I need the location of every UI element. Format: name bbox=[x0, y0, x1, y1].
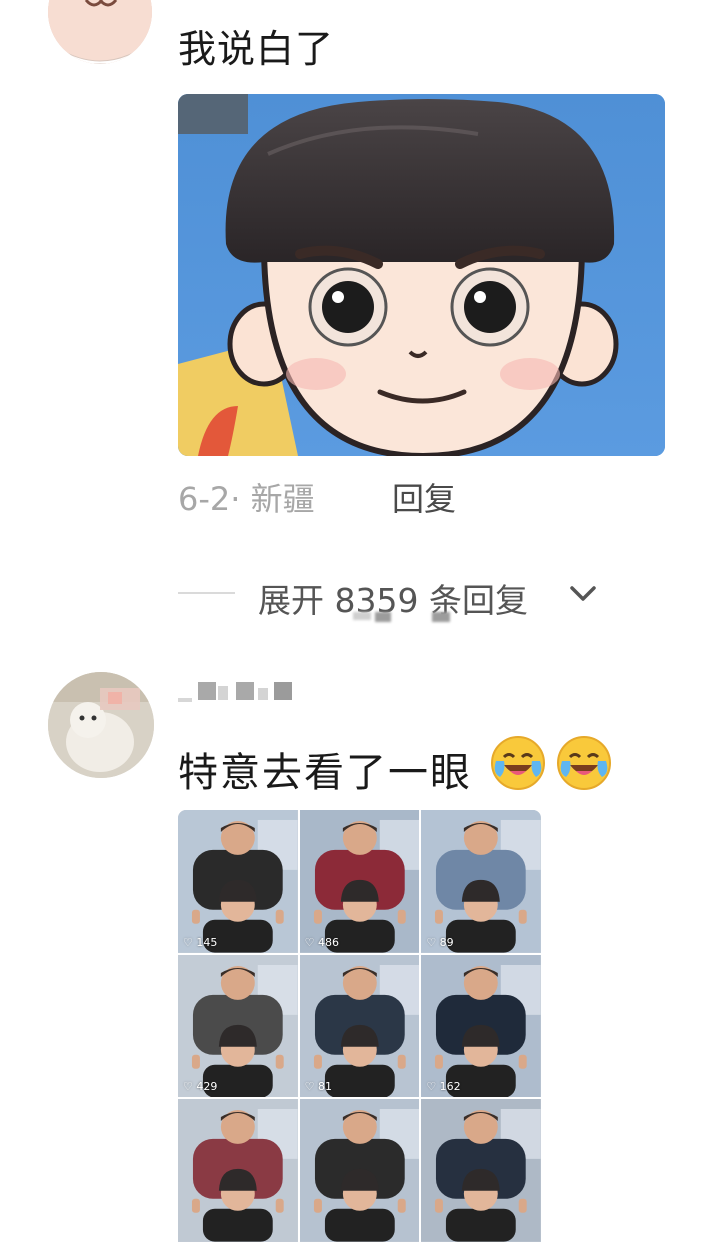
like-count: ♡ 89 bbox=[426, 935, 454, 949]
photo-thumbnail[interactable] bbox=[178, 1099, 298, 1242]
like-count: ♡ 429 bbox=[183, 1080, 218, 1094]
redacted-mark bbox=[375, 612, 391, 622]
expand-replies-button[interactable]: 展开 8359 条回复 bbox=[258, 574, 528, 622]
chevron-down-icon[interactable] bbox=[566, 576, 600, 610]
comment-meta: 6-2· 新疆 bbox=[178, 480, 315, 518]
photo-thumbnail[interactable]: ♡ 486 bbox=[299, 810, 420, 953]
barber-photo bbox=[178, 810, 298, 953]
pixelated-username bbox=[178, 682, 292, 702]
redacted-mark bbox=[432, 612, 450, 622]
avatar[interactable] bbox=[48, 672, 154, 778]
comment-text: 我说白了 bbox=[178, 27, 335, 71]
cat-photo bbox=[48, 672, 154, 778]
barber-photo bbox=[299, 810, 420, 953]
crying-laughing-emoji-icon bbox=[557, 736, 611, 790]
username-redacted[interactable] bbox=[178, 678, 298, 712]
photo-thumbnail[interactable]: ♡ 145 bbox=[178, 810, 298, 953]
barber-photo bbox=[421, 810, 541, 953]
barber-photo bbox=[299, 954, 420, 1098]
avatar[interactable] bbox=[48, 0, 152, 64]
like-count: ♡ 162 bbox=[426, 1080, 461, 1094]
photo-grid[interactable]: ♡ 145 ♡ 486 ♡ 89 ♡ 429 ♡ 81 ♡ 162 bbox=[178, 810, 541, 1242]
photo-thumbnail[interactable]: ♡ 162 bbox=[421, 954, 541, 1098]
photo-thumbnail[interactable]: ♡ 429 bbox=[178, 954, 298, 1098]
photo-thumbnail[interactable] bbox=[421, 1099, 541, 1242]
like-count: ♡ 145 bbox=[183, 935, 218, 949]
comment-text-content: 特意去看了一眼 bbox=[178, 750, 472, 796]
reply-button[interactable]: 回复 bbox=[392, 474, 456, 520]
barber-photo bbox=[178, 954, 298, 1098]
photo-thumbnail[interactable] bbox=[299, 1099, 420, 1242]
crying-laughing-emoji-icon bbox=[491, 736, 545, 790]
photo-thumbnail[interactable]: ♡ 81 bbox=[299, 954, 420, 1098]
comment-text: 特意去看了一眼 bbox=[178, 740, 472, 798]
comment-image[interactable] bbox=[178, 94, 665, 456]
like-count: ♡ 81 bbox=[304, 1080, 333, 1094]
photo-thumbnail[interactable]: ♡ 89 bbox=[421, 810, 541, 953]
divider bbox=[178, 592, 235, 594]
barber-photo bbox=[421, 954, 541, 1098]
barber-photo bbox=[178, 1099, 298, 1242]
redacted-mark bbox=[353, 612, 371, 620]
like-count: ♡ 486 bbox=[304, 935, 340, 949]
avatar-illustration bbox=[48, 0, 152, 64]
cartoon-boy-illustration bbox=[178, 94, 665, 456]
barber-photo bbox=[299, 1099, 420, 1242]
barber-photo bbox=[421, 1099, 541, 1242]
